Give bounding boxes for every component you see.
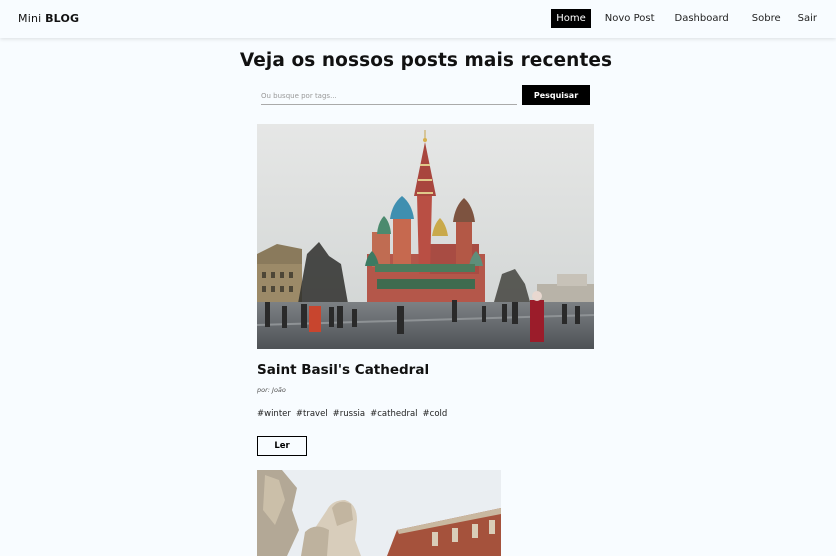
- search-button[interactable]: Pesquisar: [522, 85, 590, 105]
- statue-fountain-photo: [257, 470, 501, 556]
- tag-item[interactable]: #cold: [423, 409, 448, 419]
- nav-home-link[interactable]: Home: [551, 9, 591, 28]
- nav-novo-post-link[interactable]: Novo Post: [600, 9, 660, 28]
- tag-item[interactable]: #russia: [333, 409, 365, 419]
- read-post-button[interactable]: Ler: [257, 436, 307, 456]
- cathedral-photo: [257, 124, 594, 349]
- main-nav: Home Novo Post Dashboard Sobre Sair: [551, 9, 822, 28]
- post-image-cathedral: [257, 124, 594, 349]
- nav-sair-link[interactable]: Sair: [793, 9, 822, 28]
- brand-logo[interactable]: Mini BLOG: [18, 12, 79, 25]
- nav-sobre-link[interactable]: Sobre: [747, 9, 786, 28]
- post-title: Saint Basil's Cathedral: [257, 362, 430, 378]
- nav-dashboard-link[interactable]: Dashboard: [670, 9, 734, 28]
- navbar: Mini BLOG Home Novo Post Dashboard Sobre…: [0, 0, 836, 38]
- post-image-statue: [257, 470, 501, 556]
- tag-item[interactable]: #travel: [296, 409, 328, 419]
- tag-item[interactable]: #winter: [257, 409, 291, 419]
- post-tags: #winter #travel #russia #cathedral #cold: [257, 409, 447, 419]
- tag-item[interactable]: #cathedral: [370, 409, 417, 419]
- page-title: Veja os nossos posts mais recentes: [239, 50, 613, 71]
- brand-prefix: Mini: [18, 12, 42, 25]
- post-author: por: João: [257, 386, 286, 394]
- brand-strong: BLOG: [45, 12, 80, 25]
- search-input[interactable]: [261, 87, 517, 105]
